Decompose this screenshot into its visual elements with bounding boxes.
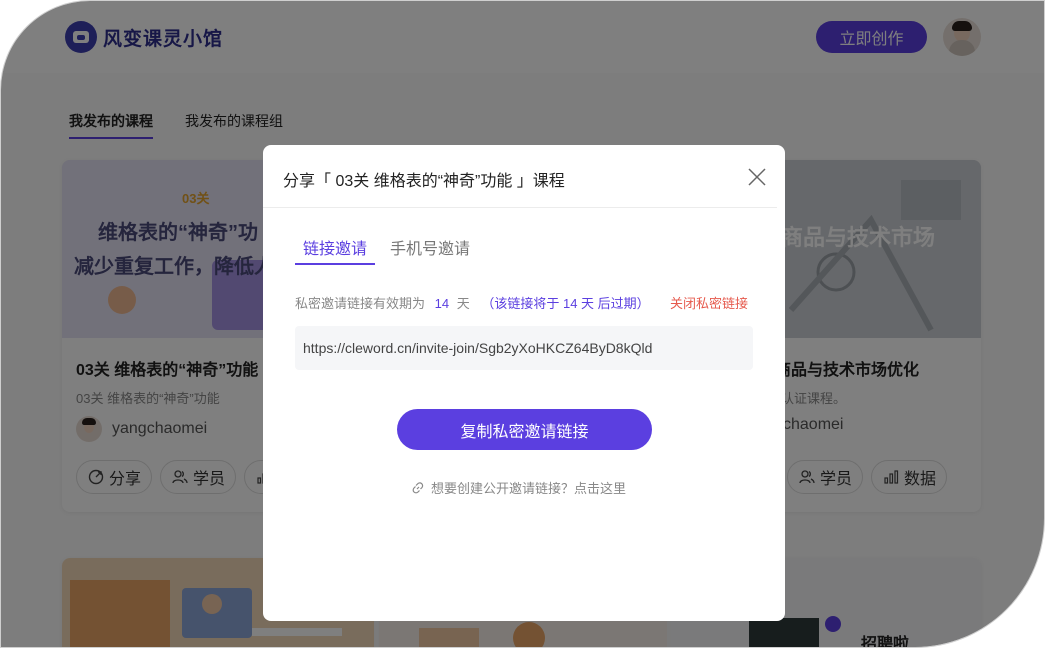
- active-tab-indicator: [295, 263, 375, 265]
- validity-days: 14: [434, 296, 450, 311]
- link-validity-info: 私密邀请链接有效期为 14 天 （该链接将于 14 天 后过期）: [295, 296, 650, 311]
- close-icon[interactable]: [747, 167, 767, 187]
- app-window: 风变课灵小馆 立即创作 我发布的课程 我发布的课程组 03关 维格表的“神奇”功…: [0, 0, 1045, 648]
- tab-phone-invite[interactable]: 手机号邀请: [375, 235, 475, 269]
- dialog-divider: [263, 207, 777, 208]
- invite-url: https://cleword.cn/invite-join/Sgb2yXoHK…: [303, 340, 653, 356]
- link-icon: [412, 481, 424, 493]
- expiry-note: （该链接将于 14 天 后过期）: [481, 296, 650, 311]
- share-dialog: 分享「 03关 维格表的“神奇”功能 」课程 链接邀请 手机号邀请 私密邀请链接…: [263, 145, 785, 621]
- copy-link-button[interactable]: 复制私密邀请链接: [397, 409, 652, 450]
- dialog-title: 分享「 03关 维格表的“神奇”功能 」课程: [283, 173, 565, 190]
- invite-url-field[interactable]: https://cleword.cn/invite-join/Sgb2yXoHK…: [295, 326, 753, 370]
- close-private-link[interactable]: 关闭私密链接: [670, 293, 748, 312]
- create-public-link[interactable]: 想要创建公开邀请链接？点击这里: [411, 478, 626, 497]
